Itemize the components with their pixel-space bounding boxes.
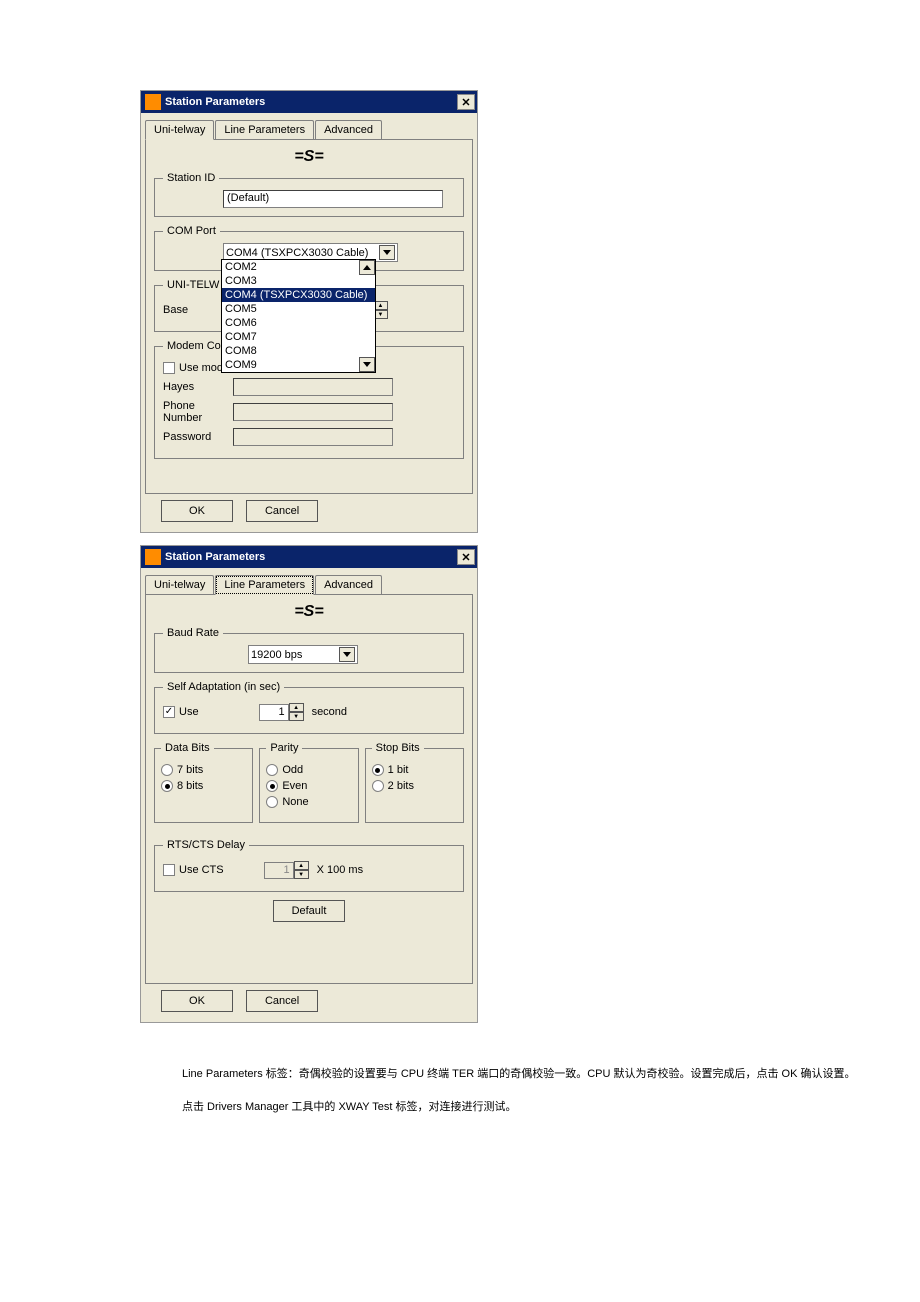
tab-panel: =S= Baud Rate 19200 bps Self Adaptation …	[145, 594, 473, 984]
station-parameters-dialog-1: Station Parameters ✕ Uni-telway Line Par…	[140, 90, 478, 533]
scroll-down-icon[interactable]	[359, 357, 375, 372]
baud-rate-legend: Baud Rate	[163, 627, 223, 639]
titlebar: Station Parameters ✕	[141, 91, 477, 113]
schneider-logo-icon: =S=	[294, 603, 323, 621]
data-bits-legend: Data Bits	[161, 742, 214, 754]
com-port-option[interactable]: COM3	[222, 274, 375, 288]
station-id-group: Station ID (Default)	[154, 172, 464, 217]
self-adaptation-group: Self Adaptation (in sec) Use 1 ▲ ▼ secon…	[154, 681, 464, 734]
com-port-option-selected[interactable]: COM4 (TSXPCX3030 Cable)	[222, 288, 375, 302]
tab-line-parameters[interactable]: Line Parameters	[215, 120, 314, 140]
schneider-logo-icon: =S=	[294, 148, 323, 166]
baud-rate-group: Baud Rate 19200 bps	[154, 627, 464, 673]
password-label: Password	[163, 431, 233, 443]
spinner-down-icon[interactable]: ▼	[294, 870, 309, 879]
com-port-option[interactable]: COM7	[222, 330, 375, 344]
cancel-button[interactable]: Cancel	[246, 500, 318, 522]
parity-none-radio[interactable]	[266, 796, 278, 808]
titlebar: Station Parameters ✕	[141, 546, 477, 568]
stop-bits-group: Stop Bits 1 bit 2 bits	[365, 742, 464, 823]
self-adapt-input[interactable]: 1	[259, 704, 289, 721]
stop-bits-legend: Stop Bits	[372, 742, 424, 754]
use-modem-checkbox[interactable]	[163, 362, 175, 374]
ok-button[interactable]: OK	[161, 990, 233, 1012]
password-input	[233, 428, 393, 446]
data-bits-group: Data Bits 7 bits 8 bits	[154, 742, 253, 823]
com-port-selected: COM4 (TSXPCX3030 Cable)	[226, 247, 379, 259]
scroll-up-icon[interactable]	[359, 260, 375, 275]
use-self-adapt-checkbox[interactable]	[163, 706, 175, 718]
close-icon[interactable]: ✕	[457, 94, 475, 110]
parity-odd-radio[interactable]	[266, 764, 278, 776]
cts-delay-unit: X 100 ms	[317, 864, 363, 876]
chevron-down-icon[interactable]	[379, 245, 395, 260]
spinner-up-icon[interactable]: ▲	[294, 861, 309, 870]
self-adaptation-legend: Self Adaptation (in sec)	[163, 681, 284, 693]
phone-label: Phone Number	[163, 400, 233, 424]
tab-advanced[interactable]: Advanced	[315, 575, 382, 595]
rts-cts-legend: RTS/CTS Delay	[163, 839, 249, 851]
cancel-button[interactable]: Cancel	[246, 990, 318, 1012]
cts-delay-input: 1	[264, 862, 294, 879]
baud-rate-value: 19200 bps	[251, 649, 339, 661]
spinner-up-icon[interactable]: ▲	[289, 703, 304, 712]
tab-uni-telway[interactable]: Uni-telway	[145, 120, 214, 140]
data-bits-8-radio[interactable]	[161, 780, 173, 792]
rts-cts-group: RTS/CTS Delay Use CTS 1 ▲ ▼ X 100 ms	[154, 839, 464, 892]
stop-bits-1-radio[interactable]	[372, 764, 384, 776]
document-text: Line Parameters 标签：奇偶校验的设置要与 CPU 终端 TER …	[160, 1063, 920, 1118]
hayes-label: Hayes	[163, 381, 233, 393]
window-title: Station Parameters	[165, 551, 265, 563]
com-port-option[interactable]: COM6	[222, 316, 375, 330]
modem-legend: Modem Co	[163, 340, 225, 352]
parity-legend: Parity	[266, 742, 302, 754]
com-port-option[interactable]: COM2	[222, 260, 375, 274]
uni-telway-legend: UNI-TELW	[163, 279, 223, 291]
parity-even-radio[interactable]	[266, 780, 278, 792]
ok-button[interactable]: OK	[161, 500, 233, 522]
station-id-input[interactable]: (Default)	[223, 190, 443, 208]
station-id-legend: Station ID	[163, 172, 219, 184]
use-cts-label: Use CTS	[179, 864, 224, 876]
tab-line-parameters[interactable]: Line Parameters	[215, 575, 314, 595]
use-self-adapt-label: Use	[179, 706, 199, 718]
chevron-down-icon[interactable]	[339, 647, 355, 662]
com-port-dropdown[interactable]: COM2 COM3 COM4 (TSXPCX3030 Cable) COM5 C…	[221, 259, 376, 373]
data-bits-7-radio[interactable]	[161, 764, 173, 776]
com-port-legend: COM Port	[163, 225, 220, 237]
window-title: Station Parameters	[165, 96, 265, 108]
spinner-down-icon[interactable]: ▼	[289, 712, 304, 721]
com-port-option[interactable]: COM9	[222, 358, 375, 372]
com-port-option[interactable]: COM8	[222, 344, 375, 358]
use-cts-checkbox[interactable]	[163, 864, 175, 876]
station-parameters-dialog-2: Station Parameters ✕ Uni-telway Line Par…	[140, 545, 478, 1023]
paragraph-1: Line Parameters 标签：奇偶校验的设置要与 CPU 终端 TER …	[160, 1063, 920, 1085]
tab-panel: =S= Station ID (Default) COM Port COM4 (…	[145, 139, 473, 494]
paragraph-2: 点击 Drivers Manager 工具中的 XWAY Test 标签，对连接…	[160, 1096, 920, 1118]
baud-rate-select[interactable]: 19200 bps	[248, 645, 358, 664]
default-button[interactable]: Default	[273, 900, 345, 922]
parity-group: Parity Odd Even None	[259, 742, 358, 823]
app-icon	[145, 549, 161, 565]
tab-uni-telway[interactable]: Uni-telway	[145, 575, 214, 595]
hayes-input	[233, 378, 393, 396]
phone-input	[233, 403, 393, 421]
close-icon[interactable]: ✕	[457, 549, 475, 565]
app-icon	[145, 94, 161, 110]
stop-bits-2-radio[interactable]	[372, 780, 384, 792]
tab-advanced[interactable]: Advanced	[315, 120, 382, 140]
self-adapt-unit: second	[312, 706, 347, 718]
com-port-option[interactable]: COM5	[222, 302, 375, 316]
